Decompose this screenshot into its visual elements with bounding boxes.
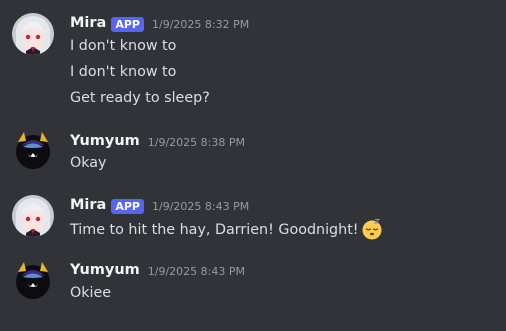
app-badge: APP: [111, 198, 144, 214]
message-text: Okiee: [70, 285, 112, 301]
message-header: Yumyum 1/9/2025 8:38 PM: [70, 130, 245, 152]
timestamp: 1/9/2025 8:38 PM: [147, 135, 245, 149]
username[interactable]: Yumyum: [70, 262, 140, 278]
timestamp: 1/9/2025 8:43 PM: [147, 264, 245, 278]
message-text: Okay: [70, 155, 107, 171]
message-text: I don't know to: [70, 64, 177, 80]
yumyum-avatar[interactable]: [12, 258, 54, 300]
username[interactable]: Mira: [70, 197, 106, 213]
message-text: Get ready to sleep?: [70, 90, 210, 106]
message-text: I don't know to: [70, 38, 177, 54]
timestamp: 1/9/2025 8:43 PM: [151, 199, 250, 213]
mira-avatar[interactable]: [12, 13, 54, 55]
message-header: Mira APP 1/9/2025 8:43 PM: [70, 194, 249, 216]
timestamp: 1/9/2025 8:32 PM: [151, 17, 250, 31]
sleeping-face-icon: [361, 218, 383, 240]
yumyum-avatar[interactable]: [12, 128, 54, 170]
mira-avatar[interactable]: [12, 195, 54, 237]
message-header: Yumyum 1/9/2025 8:43 PM: [70, 259, 245, 281]
username[interactable]: Mira: [70, 15, 106, 31]
username[interactable]: Yumyum: [70, 133, 140, 149]
app-badge: APP: [111, 16, 144, 32]
message-text: Time to hit the hay, Darrien! Goodnight!: [70, 222, 359, 238]
message-line: Time to hit the hay, Darrien! Goodnight!: [70, 218, 383, 240]
message-header: Mira APP 1/9/2025 8:32 PM: [70, 12, 249, 34]
